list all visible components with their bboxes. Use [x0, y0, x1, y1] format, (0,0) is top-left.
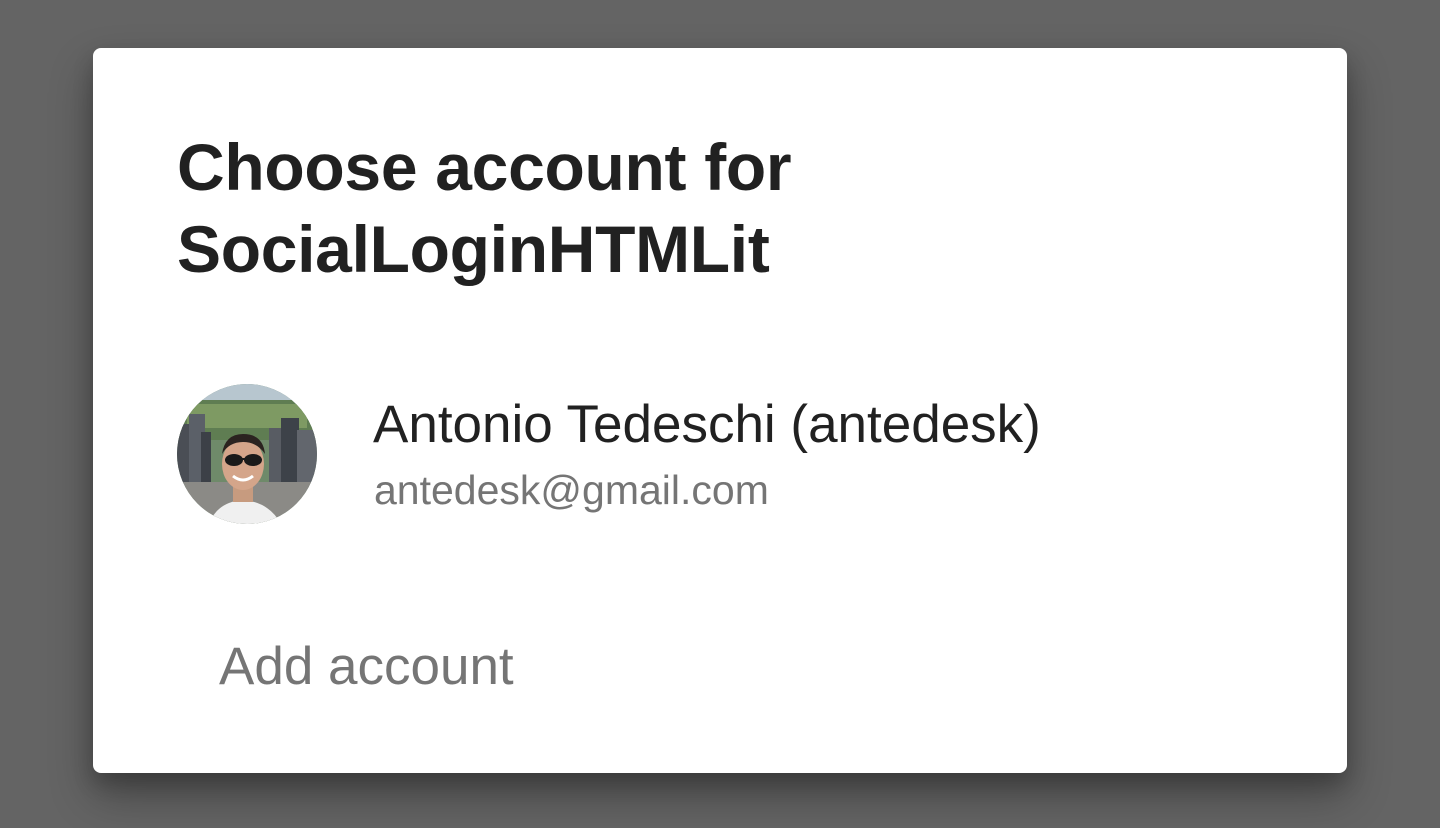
account-chooser-dialog: Choose account for SocialLoginHTMLit Ant…	[93, 48, 1347, 773]
add-account-button[interactable]: Add account	[219, 636, 514, 698]
dialog-title: Choose account for SocialLoginHTMLit	[177, 130, 792, 286]
account-email: antedesk@gmail.com	[374, 467, 769, 513]
account-item[interactable]: Antonio Tedeschi (antedesk) antedesk@gma…	[177, 384, 1263, 524]
avatar-photo	[177, 384, 317, 524]
account-name: Antonio Tedeschi (antedesk)	[373, 395, 1041, 454]
avatar	[177, 384, 317, 524]
